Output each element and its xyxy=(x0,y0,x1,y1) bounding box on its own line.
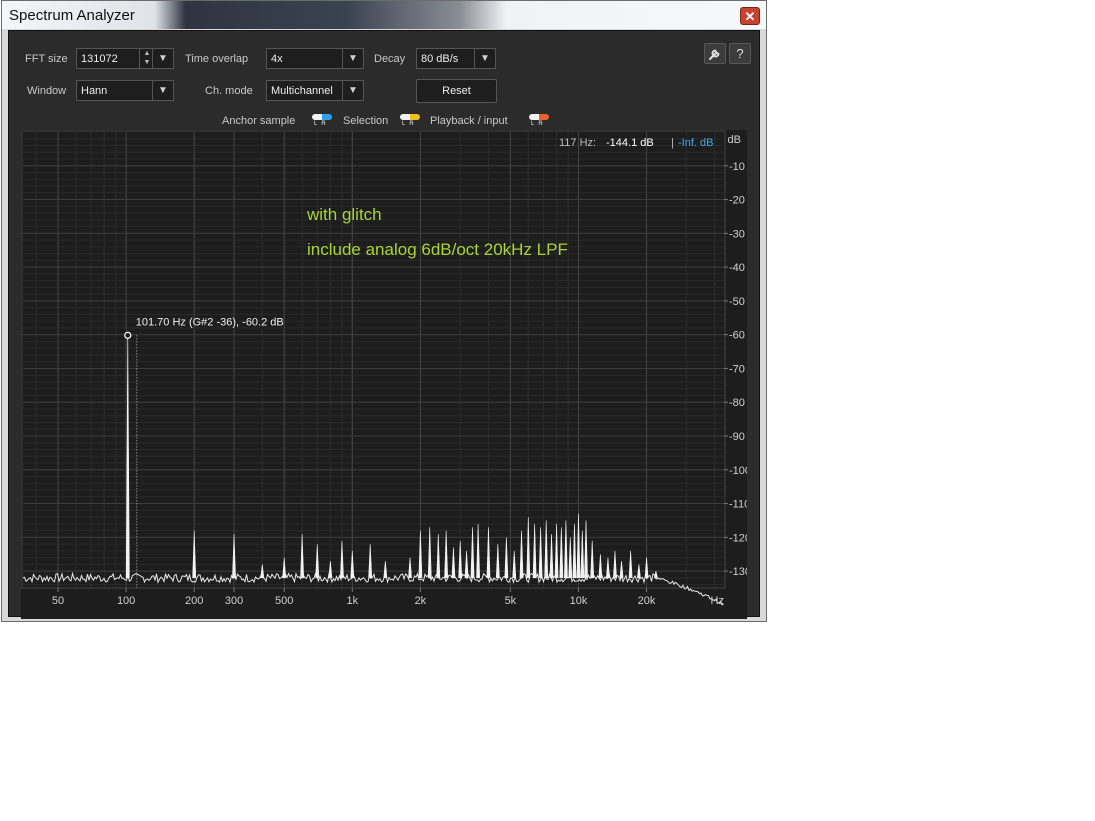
x-tick-label: 100 xyxy=(117,595,135,607)
y-tick-label: -10 xyxy=(729,161,745,173)
ch-mode-dropdown[interactable]: Multichannel ▼ xyxy=(266,80,364,101)
decay-label: Decay xyxy=(374,53,406,65)
selection-swatch[interactable] xyxy=(400,114,420,120)
decay-value: 80 dB/s xyxy=(421,53,459,65)
playback-input-label: Playback / input xyxy=(430,115,508,127)
playback-lr-label: LR xyxy=(531,121,547,127)
x-tick-label: 200 xyxy=(185,595,203,607)
selection-lr-label: LR xyxy=(402,121,418,127)
playback-input-swatch[interactable] xyxy=(529,114,549,120)
readout-level: -144.1 dB xyxy=(606,137,654,149)
y-tick-label: -20 xyxy=(729,195,745,207)
ch-mode-value: Multichannel xyxy=(271,85,333,97)
y-tick-label: -110 xyxy=(729,499,747,511)
chevron-down-icon[interactable]: ▼ xyxy=(342,49,363,68)
chevron-down-icon[interactable]: ▼ xyxy=(152,49,173,68)
x-unit-label: Hz xyxy=(711,595,724,607)
y-tick-label: -70 xyxy=(729,363,745,375)
y-tick-label: -100 xyxy=(729,465,747,477)
decay-dropdown[interactable]: 80 dB/s ▼ xyxy=(416,48,496,69)
window-dropdown[interactable]: Hann ▼ xyxy=(76,80,174,101)
y-tick-label: -130 xyxy=(729,566,747,578)
window-value: Hann xyxy=(81,85,108,97)
readout-separator: | xyxy=(671,137,674,149)
window-label: Window xyxy=(27,85,67,97)
y-tick-label: -80 xyxy=(729,397,745,409)
x-tick-label: 500 xyxy=(275,595,293,607)
anchor-sample-swatch[interactable] xyxy=(312,114,332,120)
x-tick-label: 10k xyxy=(570,595,588,607)
time-overlap-label: Time overlap xyxy=(185,53,249,65)
annotation-line-1: with glitch xyxy=(306,205,382,224)
reset-button[interactable]: Reset xyxy=(416,79,497,103)
wrench-icon xyxy=(709,49,720,60)
plot-background xyxy=(21,130,747,619)
fft-size-label: FFT size xyxy=(25,53,68,65)
fft-size-dropdown[interactable]: 131072 ▲ ▼ ▼ xyxy=(76,48,174,69)
peak-marker[interactable] xyxy=(124,331,132,339)
window-title: Spectrum Analyzer xyxy=(9,7,135,24)
analyzer-panel: FFT size 131072 ▲ ▼ ▼ Time overlap 4x ▼ D… xyxy=(8,30,760,619)
time-overlap-value: 4x xyxy=(271,53,283,65)
close-button[interactable]: ✕ xyxy=(740,7,760,25)
chevron-down-icon[interactable]: ▼ xyxy=(474,49,495,68)
y-tick-label: -40 xyxy=(729,262,745,274)
help-button[interactable]: ? xyxy=(729,43,751,64)
ch-mode-label: Ch. mode xyxy=(205,85,253,97)
spectrum-analyzer-window: Spectrum Analyzer ✕ FFT size 131072 ▲ ▼ ▼… xyxy=(1,0,767,622)
y-tick-label: -90 xyxy=(729,431,745,443)
x-tick-label: 20k xyxy=(638,595,656,607)
title-bar[interactable]: Spectrum Analyzer ✕ xyxy=(2,1,766,29)
x-tick-label: 5k xyxy=(505,595,517,607)
x-tick-label: 300 xyxy=(225,595,243,607)
time-overlap-dropdown[interactable]: 4x ▼ xyxy=(266,48,364,69)
settings-button[interactable] xyxy=(704,43,726,64)
y-tick-label: -30 xyxy=(729,228,745,240)
readout-frequency: 117 Hz: xyxy=(559,137,596,149)
y-unit-label: dB xyxy=(728,134,741,146)
annotation-line-2: include analog 6dB/oct 20kHz LPF xyxy=(307,240,568,259)
y-tick-label: -120 xyxy=(729,532,747,544)
fft-size-value: 131072 xyxy=(81,53,118,65)
x-tick-label: 50 xyxy=(52,595,64,607)
chevron-down-icon[interactable]: ▼ xyxy=(342,81,363,100)
selection-label: Selection xyxy=(343,115,389,127)
chevron-down-icon[interactable]: ▼ xyxy=(152,81,173,100)
anchor-sample-label: Anchor sample xyxy=(222,115,296,127)
y-tick-label: -60 xyxy=(729,330,745,342)
spectrum-plot[interactable]: 50 100 200 300 500 1k 2k 5k 10k 20k -10 -20 -30 -40 -… xyxy=(21,130,747,619)
anchor-lr-label: LR xyxy=(314,121,330,127)
x-tick-label: 2k xyxy=(415,595,427,607)
peak-marker-label: 101.70 Hz (G#2 -36), -60.2 dB xyxy=(136,316,284,328)
x-tick-label: 1k xyxy=(346,595,358,607)
readout-level-2: -Inf. dB xyxy=(678,137,713,149)
y-tick-label: -50 xyxy=(729,296,745,308)
